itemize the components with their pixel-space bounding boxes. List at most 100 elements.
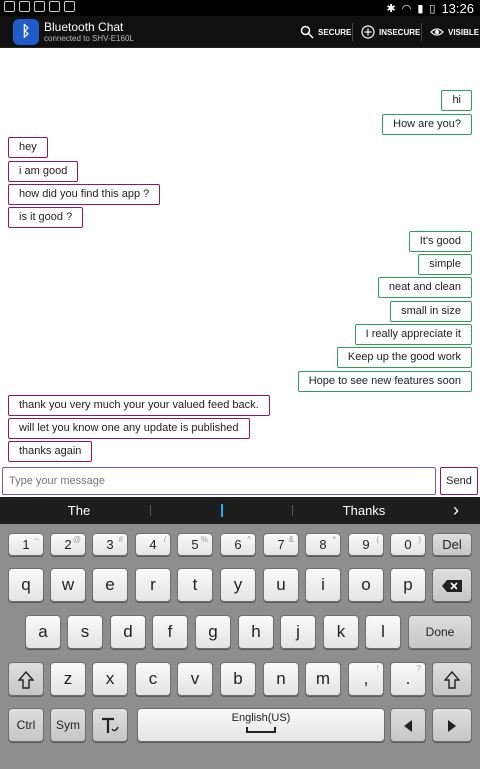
- key-g[interactable]: g: [195, 615, 231, 649]
- key-i[interactable]: i: [305, 568, 341, 602]
- key-1[interactable]: 1 ~: [8, 533, 44, 556]
- discoverable-button[interactable]: VISIBLE: [430, 16, 479, 48]
- cursor-left-key[interactable]: [390, 708, 426, 742]
- action-bar: ᛒ Bluetooth Chat connected to SHV-E160L …: [0, 16, 480, 48]
- key-4[interactable]: 4/: [135, 533, 171, 556]
- divider: [352, 23, 353, 41]
- key-n[interactable]: n: [263, 662, 299, 696]
- system-icons: ✱ ◠ ▮ ▯ 13:26: [387, 0, 475, 16]
- app-title: Bluetooth Chat: [44, 20, 124, 34]
- key-comma[interactable]: ,!: [348, 662, 384, 696]
- divider: [421, 23, 422, 41]
- message-input[interactable]: [2, 467, 436, 495]
- key-z[interactable]: z: [50, 662, 86, 696]
- incoming-message: hey: [8, 137, 48, 158]
- space-bar[interactable]: English(US): [137, 708, 385, 742]
- notification-icons: [4, 1, 75, 12]
- delete-key[interactable]: Del: [432, 533, 472, 556]
- key-e[interactable]: e: [92, 568, 128, 602]
- sym-key[interactable]: Sym: [50, 708, 86, 742]
- wifi-icon: ◠: [401, 2, 412, 15]
- connection-status: connected to SHV-E160L: [44, 34, 134, 43]
- shift-icon: [443, 670, 461, 689]
- key-k[interactable]: k: [323, 615, 359, 649]
- incoming-message: thank you very much your your valued fee…: [8, 395, 270, 416]
- key-2[interactable]: 2 @: [50, 533, 86, 556]
- notification-icon: [19, 1, 30, 12]
- ctrl-key[interactable]: Ctrl: [8, 708, 44, 742]
- key-q[interactable]: q: [8, 568, 44, 602]
- key-r[interactable]: r: [135, 568, 171, 602]
- key-v[interactable]: v: [177, 662, 213, 696]
- key-5[interactable]: 5%: [177, 533, 213, 556]
- battery-icon: ▯: [429, 2, 436, 15]
- key-period[interactable]: .?: [390, 662, 426, 696]
- send-button[interactable]: Send: [440, 467, 478, 495]
- incoming-message: is it good ?: [8, 207, 84, 228]
- suggestion-bar: The Thanks ›: [0, 497, 480, 524]
- secure-connect-button[interactable]: SECURE: [300, 16, 351, 48]
- suggestion-cursor[interactable]: [221, 504, 223, 517]
- visible-label: VISIBLE: [448, 27, 480, 37]
- key-c[interactable]: c: [135, 662, 171, 696]
- outgoing-message: How are you?: [382, 114, 472, 135]
- secure-label: SECURE: [318, 27, 352, 37]
- cursor-right-key[interactable]: [432, 708, 472, 742]
- key-6[interactable]: 6 ^: [220, 533, 256, 556]
- key-p[interactable]: p: [390, 568, 426, 602]
- key-w[interactable]: w: [50, 568, 86, 602]
- key-s[interactable]: s: [67, 615, 103, 649]
- incoming-message: thanks again: [8, 441, 93, 462]
- key-u[interactable]: u: [263, 568, 299, 602]
- bluetooth-icon: ✱: [386, 2, 396, 15]
- key-t[interactable]: t: [177, 568, 213, 602]
- key-x[interactable]: x: [92, 662, 128, 696]
- backspace-key[interactable]: [432, 568, 472, 602]
- bluetooth-icon[interactable]: ᛒ: [13, 19, 39, 45]
- done-key[interactable]: Done: [408, 615, 472, 649]
- warning-icon: [34, 1, 45, 12]
- search-icon: [300, 25, 314, 39]
- suggestion-left[interactable]: The: [0, 497, 158, 524]
- mail-icon: [49, 1, 60, 12]
- outgoing-message: simple: [418, 254, 472, 275]
- outgoing-message: neat and clean: [377, 277, 472, 298]
- eye-icon: [430, 28, 444, 36]
- key-0[interactable]: 0): [390, 533, 426, 556]
- arrow-right-icon: [448, 720, 456, 732]
- key-m[interactable]: m: [305, 662, 341, 696]
- key-o[interactable]: o: [348, 568, 384, 602]
- notification-icon: [64, 1, 75, 12]
- chevron-right-icon[interactable]: ›: [444, 497, 468, 524]
- outgoing-message: Hope to see new features soon: [297, 371, 472, 392]
- input-mode-key[interactable]: [92, 708, 128, 742]
- key-8[interactable]: 8 *: [305, 533, 341, 556]
- outgoing-message: It's good: [408, 231, 472, 252]
- key-l[interactable]: l: [365, 615, 401, 649]
- key-a[interactable]: a: [25, 615, 61, 649]
- shift-left-key[interactable]: [8, 662, 44, 696]
- backspace-icon: [442, 580, 462, 592]
- signal-icon: ▮: [417, 2, 424, 15]
- shift-icon: [17, 670, 35, 689]
- add-icon: [361, 25, 375, 39]
- notification-icon: [4, 1, 15, 12]
- insecure-connect-button[interactable]: INSECURE: [361, 16, 420, 48]
- key-7[interactable]: 7 &: [263, 533, 299, 556]
- key-b[interactable]: b: [220, 662, 256, 696]
- insecure-label: INSECURE: [379, 27, 421, 37]
- key-y[interactable]: y: [220, 568, 256, 602]
- arrow-left-icon: [404, 720, 412, 732]
- key-f[interactable]: f: [152, 615, 188, 649]
- clock: 13:26: [441, 0, 474, 16]
- key-h[interactable]: h: [238, 615, 274, 649]
- message-list[interactable]: hi How are you? hey i am good how did yo…: [0, 48, 480, 465]
- status-bar: ✱ ◠ ▮ ▯ 13:26: [0, 0, 480, 16]
- key-d[interactable]: d: [110, 615, 146, 649]
- key-j[interactable]: j: [280, 615, 316, 649]
- key-9[interactable]: 9(: [348, 533, 384, 556]
- key-3[interactable]: 3 #: [92, 533, 128, 556]
- shift-right-key[interactable]: [432, 662, 472, 696]
- suggestion-right[interactable]: Thanks: [292, 497, 436, 524]
- composer: Send: [0, 465, 480, 497]
